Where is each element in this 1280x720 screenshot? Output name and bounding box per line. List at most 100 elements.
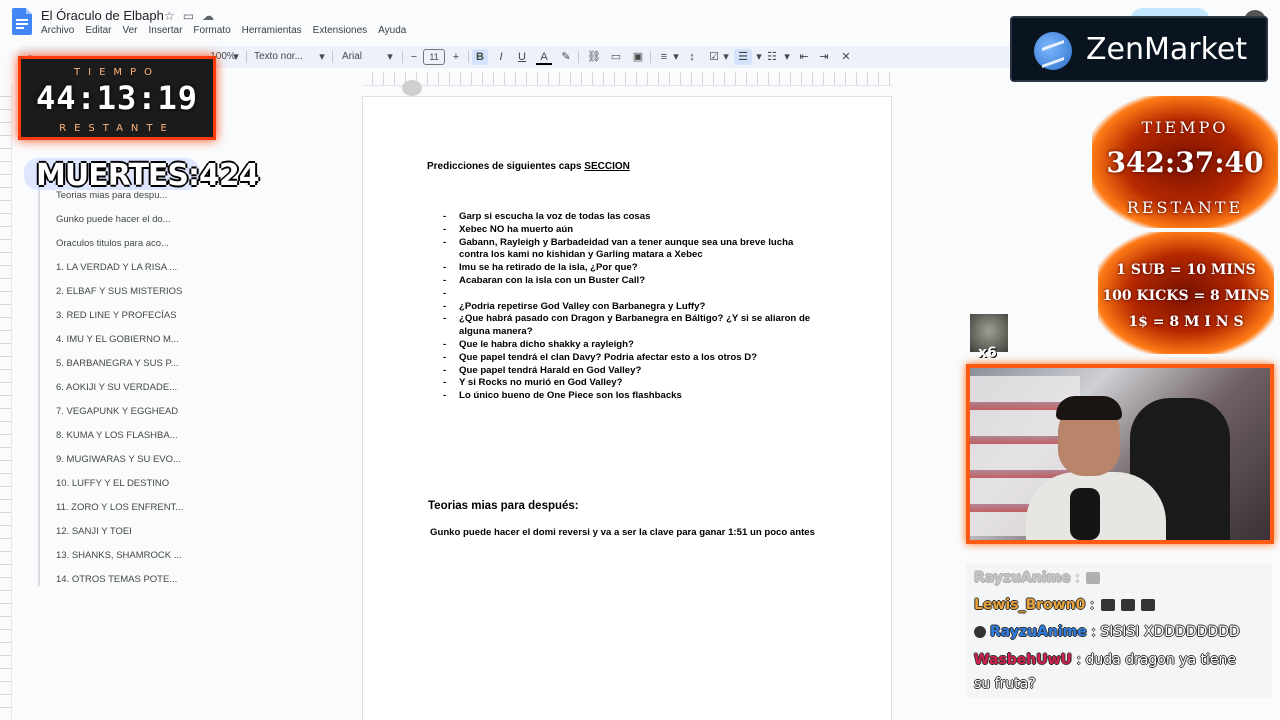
underline-button[interactable]: U xyxy=(514,49,530,65)
list-item: Que papel tendrá Harald en God Valley? xyxy=(443,365,823,378)
timer-label-bottom: RESTANTE xyxy=(59,123,175,134)
chat-text: duda dragon ya tiene xyxy=(1081,652,1236,668)
outline-item[interactable]: 10. LUFFY Y EL DESTINO xyxy=(56,478,196,489)
outline-item[interactable]: 9. MUGIWARAS Y SU EVO... xyxy=(56,454,196,465)
countdown-timer: TIEMPO 44:13:19 RESTANTE xyxy=(18,56,216,140)
heading-text: Predicciones de siguientes caps xyxy=(427,161,585,172)
menu-extensiones[interactable]: Extensiones xyxy=(313,25,367,36)
list-item: Que le habra dicho shakky a rayleigh? xyxy=(443,339,823,352)
subathon-label-bottom: RESTANTE xyxy=(1126,198,1244,217)
list-item: Gabann, Rayleigh y Barbadeidad van a ten… xyxy=(443,237,823,263)
chat-message: Lewis_Brown0 : xyxy=(974,597,1155,613)
title-actions: ☆▭☁ xyxy=(164,9,222,23)
outline-item[interactable]: 12. SANJI Y TOEI xyxy=(56,526,196,537)
clear-formatting-icon[interactable]: ✕ xyxy=(838,49,854,65)
chat-text: SISISI XDDDDDDDD xyxy=(1095,624,1240,640)
chat-message: RayzuAnime : SISISI XDDDDDDDD xyxy=(974,624,1240,640)
outline-item[interactable]: 1. LA VERDAD Y LA RISA ... xyxy=(56,262,196,273)
rule-line: 100 KICKS = 8 MINS xyxy=(1102,288,1270,304)
page-heading: Predicciones de siguientes caps SECCION xyxy=(427,161,630,172)
emote-icon xyxy=(1120,599,1135,611)
outline-item[interactable]: 6. AOKIJI Y SU VERDADE... xyxy=(56,382,196,393)
outline-item[interactable]: Gunko puede hacer el do... xyxy=(56,214,196,225)
divider xyxy=(468,51,469,63)
outline-item[interactable]: Oraculos titulos para aco... xyxy=(56,238,196,249)
highlight-pen-icon[interactable]: ✎ xyxy=(558,49,574,65)
vertical-ruler[interactable] xyxy=(0,84,12,720)
rule-line: 1$ = 8 M I N S xyxy=(1128,314,1244,330)
bold-button[interactable]: B xyxy=(472,49,488,65)
subathon-timer: TIEMPO 342:37:40 RESTANTE xyxy=(1092,96,1278,228)
chat-username: RayzuAnime xyxy=(990,624,1087,640)
zenmarket-logo-icon xyxy=(1034,32,1072,70)
list-item: Y si Rocks no murió en God Valley? xyxy=(443,377,823,390)
menu-formato[interactable]: Formato xyxy=(193,25,230,36)
menu-insertar[interactable]: Insertar xyxy=(149,25,183,36)
list-item xyxy=(443,288,823,301)
menu-archivo[interactable]: Archivo xyxy=(41,25,74,36)
emote-icon xyxy=(1100,599,1115,611)
comment-icon[interactable]: ▭ xyxy=(608,49,624,65)
subathon-label-top: TIEMPO xyxy=(1141,118,1229,137)
list-item: Garp si escucha la voz de todas las cosa… xyxy=(443,211,823,224)
bulleted-list-icon[interactable]: ☰ xyxy=(734,49,752,65)
outline-item[interactable]: 8. KUMA Y LOS FLASHBA... xyxy=(56,430,196,441)
outline-item[interactable]: 2. ELBAF Y SUS MISTERIOS xyxy=(56,286,196,297)
font-family-select[interactable]: Arial xyxy=(342,49,382,65)
section-heading: Teorias mias para después: xyxy=(428,500,579,512)
docs-logo-icon[interactable] xyxy=(12,8,32,35)
chevron-down-icon[interactable]: ▾ xyxy=(382,49,398,65)
outline-item[interactable]: 7. VEGAPUNK Y EGGHEAD xyxy=(56,406,196,417)
menu-herramientas[interactable]: Herramientas xyxy=(242,25,302,36)
italic-button[interactable]: I xyxy=(493,49,509,65)
document-page[interactable]: Predicciones de siguientes caps SECCION … xyxy=(362,96,892,720)
menu-ver[interactable]: Ver xyxy=(122,25,137,36)
outline-item[interactable]: 4. IMU Y EL GOBIERNO M... xyxy=(56,334,196,345)
bullet-list: Garp si escucha la voz de todas las cosa… xyxy=(443,211,823,403)
image-icon[interactable]: ▣ xyxy=(630,49,646,65)
outline-item[interactable]: 13. SHANKS, SHAMROCK ... xyxy=(56,550,196,561)
microphone-icon xyxy=(1070,488,1100,540)
paragraph: Gunko puede hacer el domi reversi y va a… xyxy=(430,527,815,538)
numbered-list-icon[interactable]: ☷ xyxy=(764,49,780,65)
document-title[interactable]: El Óraculo de Elbaph xyxy=(41,8,164,23)
increase-font-size-icon[interactable]: + xyxy=(448,49,464,65)
webcam-person-hair xyxy=(1056,396,1122,420)
chat-overlay: RayzuAnime : Lewis_Brown0 : RayzuAnime :… xyxy=(966,564,1272,698)
chevron-down-icon[interactable]: ▾ xyxy=(779,49,795,65)
chat-message: RayzuAnime : xyxy=(974,570,1100,586)
cloud-status-icon[interactable]: ☁ xyxy=(202,9,222,23)
decrease-indent-icon[interactable]: ⇤ xyxy=(796,49,812,65)
line-spacing-icon[interactable]: ↕ xyxy=(684,49,700,65)
subathon-value: 342:37:40 xyxy=(1106,146,1264,179)
outline-item[interactable]: 11. ZORO Y LOS ENFRENT... xyxy=(56,502,196,513)
webcam-feed xyxy=(966,364,1274,544)
increase-indent-icon[interactable]: ⇥ xyxy=(816,49,832,65)
menu-ayuda[interactable]: Ayuda xyxy=(378,25,406,36)
star-icon[interactable]: ☆ xyxy=(164,9,183,23)
emote-count: x6 xyxy=(978,345,997,361)
subathon-rules: 1 SUB = 10 MINS 100 KICKS = 8 MINS 1$ = … xyxy=(1098,232,1274,354)
document-outline: Teorias mias para despu... Gunko puede h… xyxy=(38,186,188,586)
list-item: Acabaran con la isla con un Buster Call? xyxy=(443,275,823,288)
chevron-down-icon[interactable]: ▾ xyxy=(668,49,684,65)
badge-icon xyxy=(974,626,986,638)
chat-text: su fruta? xyxy=(974,676,1036,692)
horizontal-ruler[interactable] xyxy=(362,72,892,86)
chevron-down-icon[interactable]: ▾ xyxy=(718,49,734,65)
outline-item[interactable]: 5. BARBANEGRA Y SUS P... xyxy=(56,358,196,369)
chat-username: RayzuAnime xyxy=(974,570,1071,586)
chevron-down-icon[interactable]: ▾ xyxy=(228,49,244,65)
link-icon[interactable]: ⛓ xyxy=(586,49,602,65)
outline-item[interactable]: 3. RED LINE Y PROFECÍAS xyxy=(56,310,196,321)
outline-item[interactable]: 14. OTROS TEMAS POTE... xyxy=(56,574,196,585)
font-size-input[interactable]: 11 xyxy=(423,49,445,65)
decrease-font-size-icon[interactable]: − xyxy=(406,49,422,65)
move-folder-icon[interactable]: ▭ xyxy=(183,9,202,23)
paragraph-style-select[interactable]: Texto nor... xyxy=(254,49,304,65)
menu-editar[interactable]: Editar xyxy=(85,25,111,36)
text-color-button[interactable]: A xyxy=(536,49,552,65)
divider xyxy=(402,51,403,63)
chevron-down-icon[interactable]: ▾ xyxy=(314,49,330,65)
indent-marker[interactable] xyxy=(402,80,422,96)
